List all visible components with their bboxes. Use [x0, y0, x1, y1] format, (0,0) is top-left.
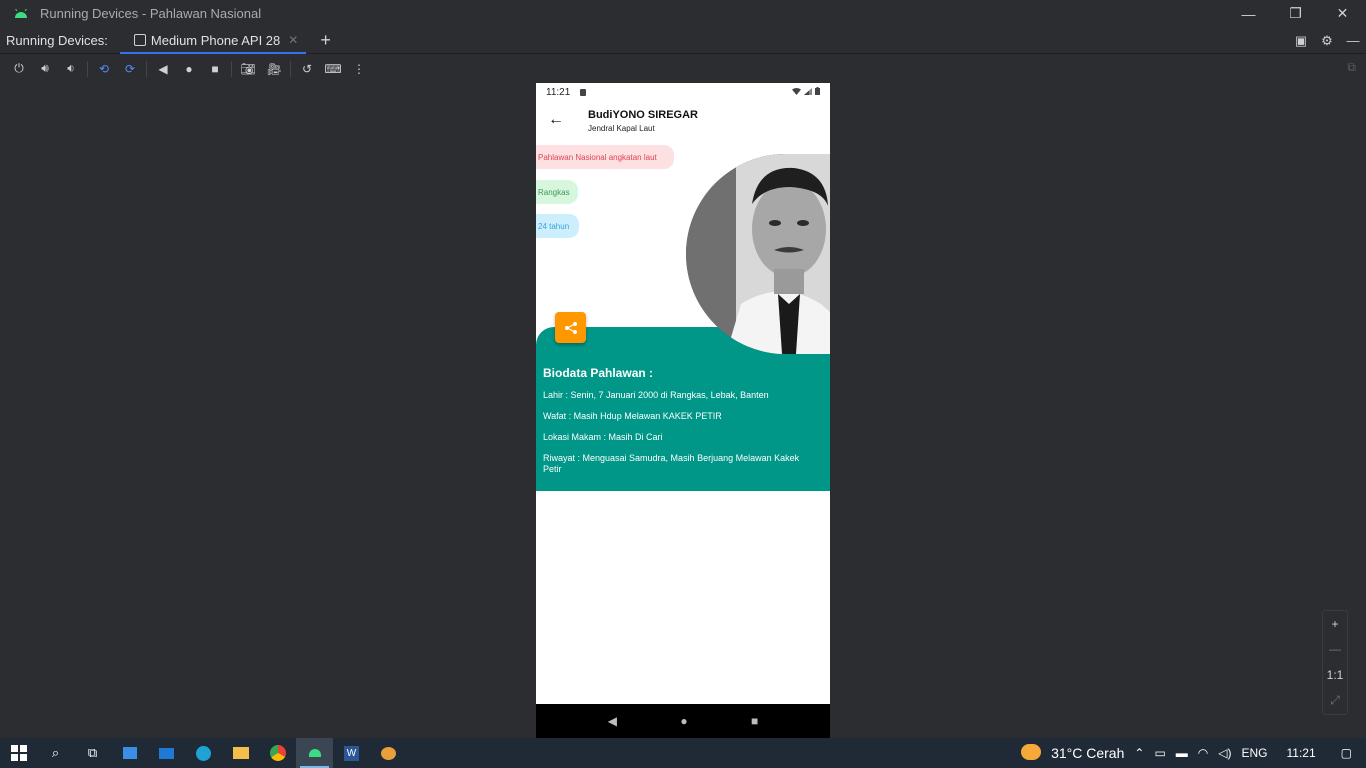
android-studio-icon	[15, 8, 27, 18]
hero-name: BudiYONO SIREGAR	[588, 109, 699, 121]
share-icon	[564, 321, 577, 334]
share-button[interactable]	[555, 312, 586, 343]
hide-panel-icon[interactable]: —	[1340, 33, 1366, 48]
minimize-button[interactable]: —	[1225, 0, 1272, 27]
sim-icon	[580, 88, 587, 96]
running-devices-label: Running Devices:	[6, 32, 108, 48]
mail-icon[interactable]	[148, 738, 185, 768]
meet-icon[interactable]: ▭	[1154, 746, 1165, 760]
screenrecord-icon[interactable]: 🎥︎	[261, 58, 287, 80]
tab-medium-phone[interactable]: Medium Phone API 28 ✕	[119, 27, 307, 54]
clock[interactable]: 11:21	[1287, 746, 1316, 760]
file-explorer-icon[interactable]	[222, 738, 259, 768]
power-icon[interactable]: ⏻	[6, 58, 32, 80]
status-bar: 11:21	[536, 83, 830, 101]
chip-place-label: Rangkas	[538, 187, 570, 197]
edge-icon[interactable]	[185, 738, 222, 768]
divider	[87, 60, 88, 77]
notification-icon[interactable]: ▢	[1341, 746, 1352, 760]
divider	[146, 60, 147, 77]
close-tab-icon[interactable]: ✕	[288, 33, 298, 47]
wifi-icon	[792, 87, 801, 95]
restore-button[interactable]: ❐	[1272, 0, 1319, 27]
nav-back-button[interactable]: ◀	[608, 714, 617, 728]
gear-icon[interactable]: ⚙	[1314, 33, 1340, 49]
system-tray: 31°C Cerah ⌃ ▭ ▬ ◠ ◁) ENG 11:21 ▢	[1016, 738, 1366, 768]
bio-makam: Lokasi Makam : Masih Di Cari	[543, 432, 663, 442]
more-icon[interactable]: ⋮	[346, 58, 372, 80]
windows-taskbar: ⌕ ⧉ W 31°C Cerah ⌃ ▭ ▬ ◠ ◁) ENG 11:21 ▢	[0, 738, 1366, 768]
bio-lahir: Lahir : Senin, 7 Januari 2000 di Rangkas…	[543, 390, 769, 400]
app-bar: ← BudiYONO SIREGAR Jendral Kapal Laut	[536, 101, 830, 141]
word-icon[interactable]: W	[333, 738, 370, 768]
speaker-icon[interactable]: ◁)	[1218, 746, 1231, 760]
start-button[interactable]	[0, 738, 37, 768]
windows-icon	[10, 745, 27, 761]
detach-icon[interactable]: ⧉	[1347, 60, 1356, 75]
nav-home-button[interactable]: ●	[680, 714, 687, 728]
bio-riwayat: Riwayat : Menguasai Samudra, Masih Berju…	[543, 453, 800, 474]
portrait-image	[686, 154, 830, 354]
volume-down-icon[interactable]: 🔉︎	[58, 58, 84, 80]
hero-photo	[686, 154, 830, 354]
chip-rank: Pahlawan Nasional angkatan laut	[536, 145, 674, 169]
chrome-icon[interactable]	[259, 738, 296, 768]
window-title: Running Devices - Pahlawan Nasional	[40, 6, 262, 21]
zoom-fit-button[interactable]: ⤢	[1330, 693, 1340, 708]
volume-up-icon[interactable]: 🔊︎	[32, 58, 58, 80]
divider	[290, 60, 291, 77]
layout-icon[interactable]: ▣	[1288, 33, 1314, 49]
search-icon[interactable]: ⌕	[37, 738, 74, 768]
store-icon[interactable]	[111, 738, 148, 768]
overview-icon[interactable]: ■	[202, 58, 228, 80]
emulator-toolbar: ⏻ 🔊︎ 🔉︎ ⟲ ⟳ ◀ ● ■ 📷︎ 🎥︎ ↺ ⌨ ⋮ ⧉	[0, 55, 1366, 82]
network-icon[interactable]: ◠	[1198, 746, 1208, 760]
screenshot-icon[interactable]: 📷︎	[235, 58, 261, 80]
weather-icon[interactable]	[1021, 743, 1042, 763]
chip-rank-label: Pahlawan Nasional angkatan laut	[538, 152, 657, 162]
nav-recents-button[interactable]: ■	[751, 714, 758, 728]
chip-place: Rangkas	[536, 180, 578, 204]
battery-icon	[815, 87, 820, 95]
zoom-actual-button[interactable]: 1:1	[1327, 668, 1344, 682]
device-icon	[133, 34, 146, 46]
reset-icon[interactable]: ↺	[294, 58, 320, 80]
hero-subtitle: Jendral Kapal Laut	[588, 124, 655, 133]
task-view-icon[interactable]: ⧉	[74, 738, 111, 768]
status-time: 11:21	[546, 86, 571, 98]
rotate-left-icon[interactable]: ⟲	[91, 58, 117, 80]
zoom-controls: + — 1:1 ⤢	[1322, 610, 1348, 715]
home-icon[interactable]: ●	[176, 58, 202, 80]
back-icon[interactable]: ◀	[150, 58, 176, 80]
paint-icon[interactable]	[370, 738, 407, 768]
zoom-in-button[interactable]: +	[1331, 617, 1338, 631]
device-viewport: 11:21 ← BudiYONO SIREGAR Jendral Kapal L…	[0, 83, 1366, 738]
back-arrow-icon[interactable]: ←	[548, 111, 564, 129]
add-device-button[interactable]: +	[320, 30, 331, 51]
divider	[231, 60, 232, 77]
biodata-heading: Biodata Pahlawan :	[543, 366, 654, 380]
keyboard-icon[interactable]: ⌨	[320, 58, 346, 80]
running-devices-tabs: Running Devices: Medium Phone API 28 ✕ +…	[0, 27, 1366, 54]
zoom-out-button[interactable]: —	[1329, 642, 1341, 656]
title-bar: Running Devices - Pahlawan Nasional — ❐ …	[0, 0, 1366, 27]
signal-icon	[804, 87, 812, 95]
close-window-button[interactable]: ✕	[1319, 0, 1366, 27]
chevron-up-icon[interactable]: ⌃	[1134, 746, 1144, 760]
chip-age-label: 24 tahun	[538, 221, 570, 231]
weather-text[interactable]: 31°C Cerah	[1051, 745, 1124, 761]
chip-age: 24 tahun	[536, 214, 579, 238]
tab-label: Medium Phone API 28	[150, 32, 281, 48]
battery-tray-icon[interactable]: ▬	[1176, 746, 1188, 760]
rotate-right-icon[interactable]: ⟳	[117, 58, 143, 80]
phone-screen: 11:21 ← BudiYONO SIREGAR Jendral Kapal L…	[536, 83, 830, 738]
android-studio-taskbar-icon[interactable]	[296, 738, 333, 768]
android-nav-bar: ◀ ● ■	[536, 704, 830, 738]
language-indicator[interactable]: ENG	[1242, 746, 1268, 760]
bio-wafat: Wafat : Masih Hdup Melawan KAKEK PETIR	[543, 411, 722, 421]
